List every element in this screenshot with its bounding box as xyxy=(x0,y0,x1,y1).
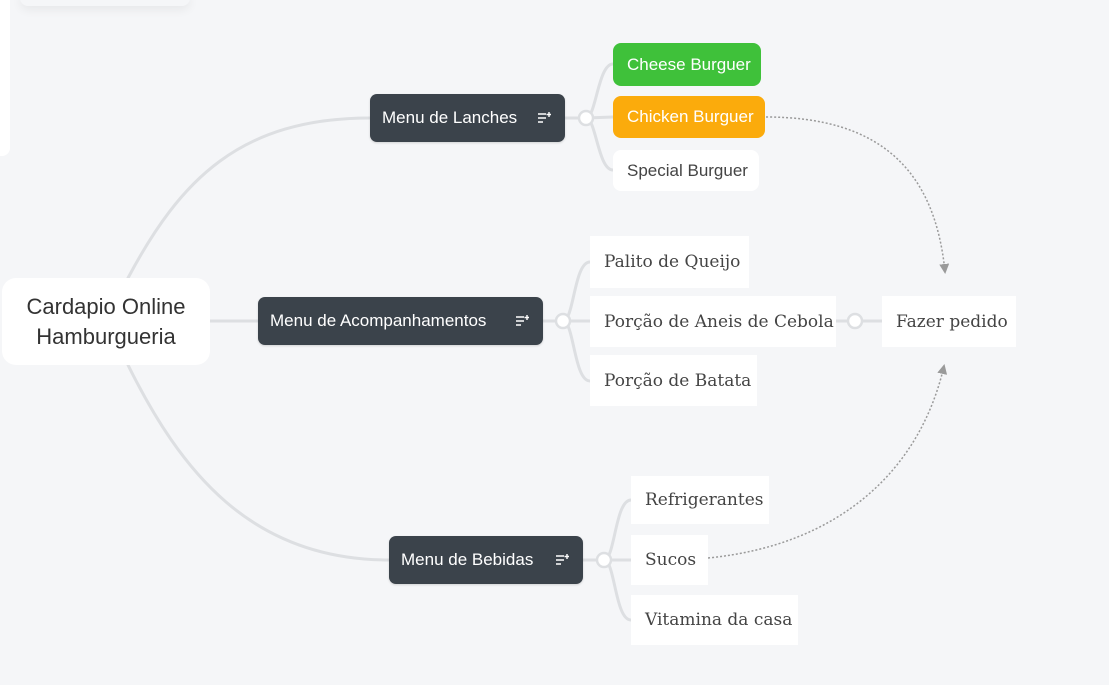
central-topic[interactable]: Cardapio Online Hamburgueria xyxy=(2,278,210,365)
topic-cheese-burguer[interactable]: Cheese Burguer xyxy=(613,43,761,86)
topic-porcao-de-aneis-de-cebola[interactable]: Porção de Aneis de Cebola xyxy=(590,296,836,347)
topic-porcao-de-batata[interactable]: Porção de Batata xyxy=(590,355,757,406)
topic-sucos[interactable]: Sucos xyxy=(631,535,708,585)
topic-refrigerantes[interactable]: Refrigerantes xyxy=(631,476,769,524)
topic-fazer-pedido[interactable]: Fazer pedido xyxy=(882,296,1016,347)
topic-chicken-burguer[interactable]: Chicken Burguer xyxy=(613,96,765,138)
branch-menu-de-bebidas[interactable]: Menu de Bebidas xyxy=(389,536,583,584)
lanches-collapse-toggle xyxy=(577,109,595,127)
aneis-collapse-toggle xyxy=(846,312,864,330)
branch-label: Menu de Lanches xyxy=(382,108,518,127)
acompanhamentos-collapse-toggle xyxy=(554,312,572,330)
branch-menu-de-lanches[interactable]: Menu de Lanches xyxy=(370,94,565,142)
central-topic-line-2: Hamburgueria xyxy=(36,323,176,349)
notes-list-icon[interactable] xyxy=(515,314,529,328)
topic-vitamina-da-casa[interactable]: Vitamina da casa xyxy=(631,595,798,645)
root-to-lanches-line xyxy=(126,116,372,280)
bebidas-collapse-toggle xyxy=(595,551,613,569)
branch-menu-de-acompanhamentos[interactable]: Menu de Acompanhamentos xyxy=(258,297,543,345)
notes-list-icon[interactable] xyxy=(537,111,551,125)
central-topic-line-1: Cardapio Online xyxy=(26,293,186,319)
branch-label: Menu de Bebidas xyxy=(401,550,534,569)
notes-list-icon[interactable] xyxy=(555,553,569,567)
branch-label: Menu de Acompanhamentos xyxy=(270,311,487,330)
relationship-arrow-chicken xyxy=(765,116,950,274)
topic-palito-de-queijo[interactable]: Palito de Queijo xyxy=(590,236,749,288)
root-to-bebidas-line xyxy=(126,363,391,562)
topic-special-burguer[interactable]: Special Burguer xyxy=(613,150,759,191)
